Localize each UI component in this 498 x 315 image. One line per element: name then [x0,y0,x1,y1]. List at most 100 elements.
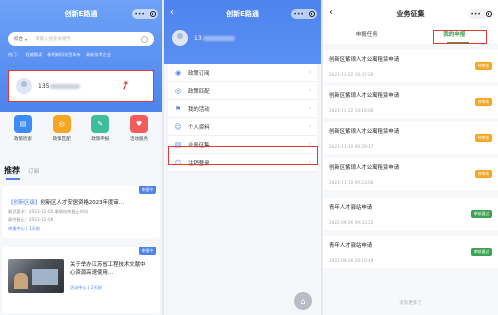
card-thumbnail [8,259,64,293]
feed-tabs: 推荐 订阅 [4,165,39,176]
hot-label: 热门： [8,52,21,57]
app-title: 创新E路通 [226,10,259,18]
status-badge: 待审核 [474,170,492,178]
profile-screen: ‹ 创新E路通 ••• 13 ◉ 政策订阅 › ◎ 政策匹配 › ⚑ 我的活动 … [164,0,321,315]
home-button[interactable]: ⌂ [294,292,312,310]
tab-indicator [6,178,20,180]
service-label: 政策检索 [14,137,32,142]
chevron-right-icon: › [308,105,311,112]
application-item[interactable]: 青年人才驿站申请 2022-09-26 16:10:49 审核通过 [323,236,498,268]
hot-words: 热门： 权威解读 新明新科技型车有 高新技术企业 [8,52,158,58]
application-date: 2023-11-22 10:18:06 [329,108,374,113]
menu-label: 我的活动 [188,106,210,113]
card-meta: 申报中心 | 1天前 [8,225,40,231]
mini-program-capsule[interactable]: ••• [132,9,158,19]
match-icon: ◎ [52,115,71,133]
page-title: 业务征集 [396,10,425,18]
application-title: 创新区紫琅人才公寓租赁申请 [329,93,400,99]
card-meta: 活动中心 | 2天前 [70,285,102,290]
card-title: 【创新区级】创新区人才安居资格2023年度审… [8,198,154,206]
application-title: 青年人才驿站申请 [329,205,373,211]
close-target-icon[interactable] [149,11,156,17]
more-icon[interactable]: ••• [134,11,145,18]
mini-program-capsule[interactable]: ••• [291,9,317,19]
application-date: 2022-09-26 09:33:22 [329,220,374,225]
application-item[interactable]: 创新区紫琅人才公寓租赁申请 2023-11-22 10:37:20 待审核 [323,50,498,82]
status-badge: 审核通过 [470,248,492,256]
application-item[interactable]: 青年人才驿站申请 2022-09-26 09:33:22 审核通过 [323,198,498,230]
feed-card[interactable]: 申报中 关于举办江苏省工程技术文献中心资源高速使用… 活动中心 | 2天前 [2,247,160,313]
service-policy-match[interactable]: ◎ 政策匹配 [45,115,79,142]
service-activity[interactable]: ♥ 活动服务 [122,115,156,142]
close-target-icon[interactable] [485,11,492,17]
more-icon[interactable]: ••• [293,11,304,18]
menu-label: 政策匹配 [188,88,210,95]
application-date: 2023-11-10 09:23:08 [329,180,374,185]
application-item[interactable]: 创新区紫琅人才公寓租赁申请 2023-11-22 10:18:06 待审核 [323,86,498,118]
tab-subscribe[interactable]: 订阅 [28,167,39,175]
highlight-box [168,146,318,165]
menu-item-policy-subscribe[interactable]: ◉ 政策订阅 › [168,64,317,82]
feed-card[interactable]: 申报中 【创新区级】创新区人才安居资格2023年度审… 最迟要求：2023-12… [2,186,160,238]
search-doc-icon: ▤ [14,115,32,133]
card-title: 关于举办江苏省工程技术文献中心资源高速使用… [70,262,146,276]
chevron-right-icon: › [308,69,311,76]
collection-navbar: ‹ 业务征集 ••• [323,0,498,28]
search-icon[interactable] [141,35,148,43]
card-title-text: 创新区人才安居资格2023年度审… [40,200,125,206]
masked-phone [202,35,235,41]
person-icon: ☺ [174,122,182,131]
service-label: 政策匹配 [52,137,71,142]
home-screen: 创新E路通 ••• 综合 ▾ 请输入搜索关键字 热门： 权威解读 新明新科技型车… [0,0,162,315]
status-badge: 待审核 [474,134,492,142]
hot-word[interactable]: 新明新科技型车有 [47,52,81,58]
application-title: 创新区紫琅人才公寓租赁申请 [329,57,400,63]
chevron-down-icon[interactable]: ▾ [25,37,27,42]
service-policy-apply[interactable]: ✎ 政策申报 [83,115,117,142]
status-badge: 申报中 [138,247,156,255]
service-label: 活动服务 [129,137,148,142]
avatar [172,30,188,46]
chevron-right-icon: › [308,87,311,94]
service-grid: ▤ 政策检索 ◎ 政策匹配 ✎ 政策申报 ♥ 活动服务 [6,115,156,142]
profile-header: ‹ 创新E路通 ••• 13 [164,0,321,64]
service-label: 政策申报 [91,137,110,142]
application-date: 2022-09-26 16:10:49 [329,258,374,263]
application-item[interactable]: 创新区紫琅人才公寓租赁申请 2023-11-10 09:23:08 待审核 [323,158,498,190]
highlight-box [8,70,154,102]
app-title: 创新E路通 [64,10,98,18]
flag-icon: ⚑ [174,104,182,113]
card-title-tag: 【创新区级】 [8,200,41,206]
application-date: 2023-11-10 09:29:17 [329,144,374,149]
status-badge: 审核通过 [470,210,492,218]
card-final-deadline: 最终截止：2023-12-08 [8,217,54,222]
mini-program-capsule[interactable]: ••• [468,9,494,19]
user-phone: 13 [194,34,202,42]
bell-icon: ◉ [174,68,182,77]
menu-item-policy-match[interactable]: ◎ 政策匹配 › [168,82,317,100]
match-icon: ◎ [174,86,182,95]
more-icon[interactable]: ••• [470,11,481,18]
hot-word[interactable]: 权威解读 [26,52,43,58]
menu-item-profile[interactable]: ☺ 个人资料 › [168,118,317,136]
menu-label: 个人资料 [188,124,210,131]
status-badge: 待审核 [474,98,492,106]
business-collection-screen: ‹ 业务征集 ••• 申报任务 我的申报 创新区紫琅人才公寓租赁申请 2023-… [323,0,498,315]
service-policy-search[interactable]: ▤ 政策检索 [6,115,40,142]
status-badge: 申报中 [138,186,156,194]
search-category-select[interactable]: 综合 [14,36,23,42]
tab-apply-tasks[interactable]: 申报任务 [323,28,411,44]
status-badge: 待审核 [474,62,492,70]
tab-recommend[interactable]: 推荐 [4,165,20,176]
menu-item-my-activities[interactable]: ⚑ 我的活动 › [168,100,317,118]
home-icon: ⌂ [300,296,306,306]
close-target-icon[interactable] [308,11,315,17]
profile-user: 13 [172,30,235,46]
application-title: 创新区紫琅人才公寓租赁申请 [329,129,400,135]
search-bar[interactable]: 综合 ▾ 请输入搜索关键字 [8,32,154,46]
activity-icon: ♥ [129,115,148,133]
search-input[interactable]: 请输入搜索关键字 [35,36,141,42]
hot-word[interactable]: 高新技术企业 [86,52,111,58]
chevron-right-icon: › [308,123,311,130]
application-item[interactable]: 创新区紫琅人才公寓租赁申请 2023-11-10 09:29:17 待审核 [323,122,498,154]
